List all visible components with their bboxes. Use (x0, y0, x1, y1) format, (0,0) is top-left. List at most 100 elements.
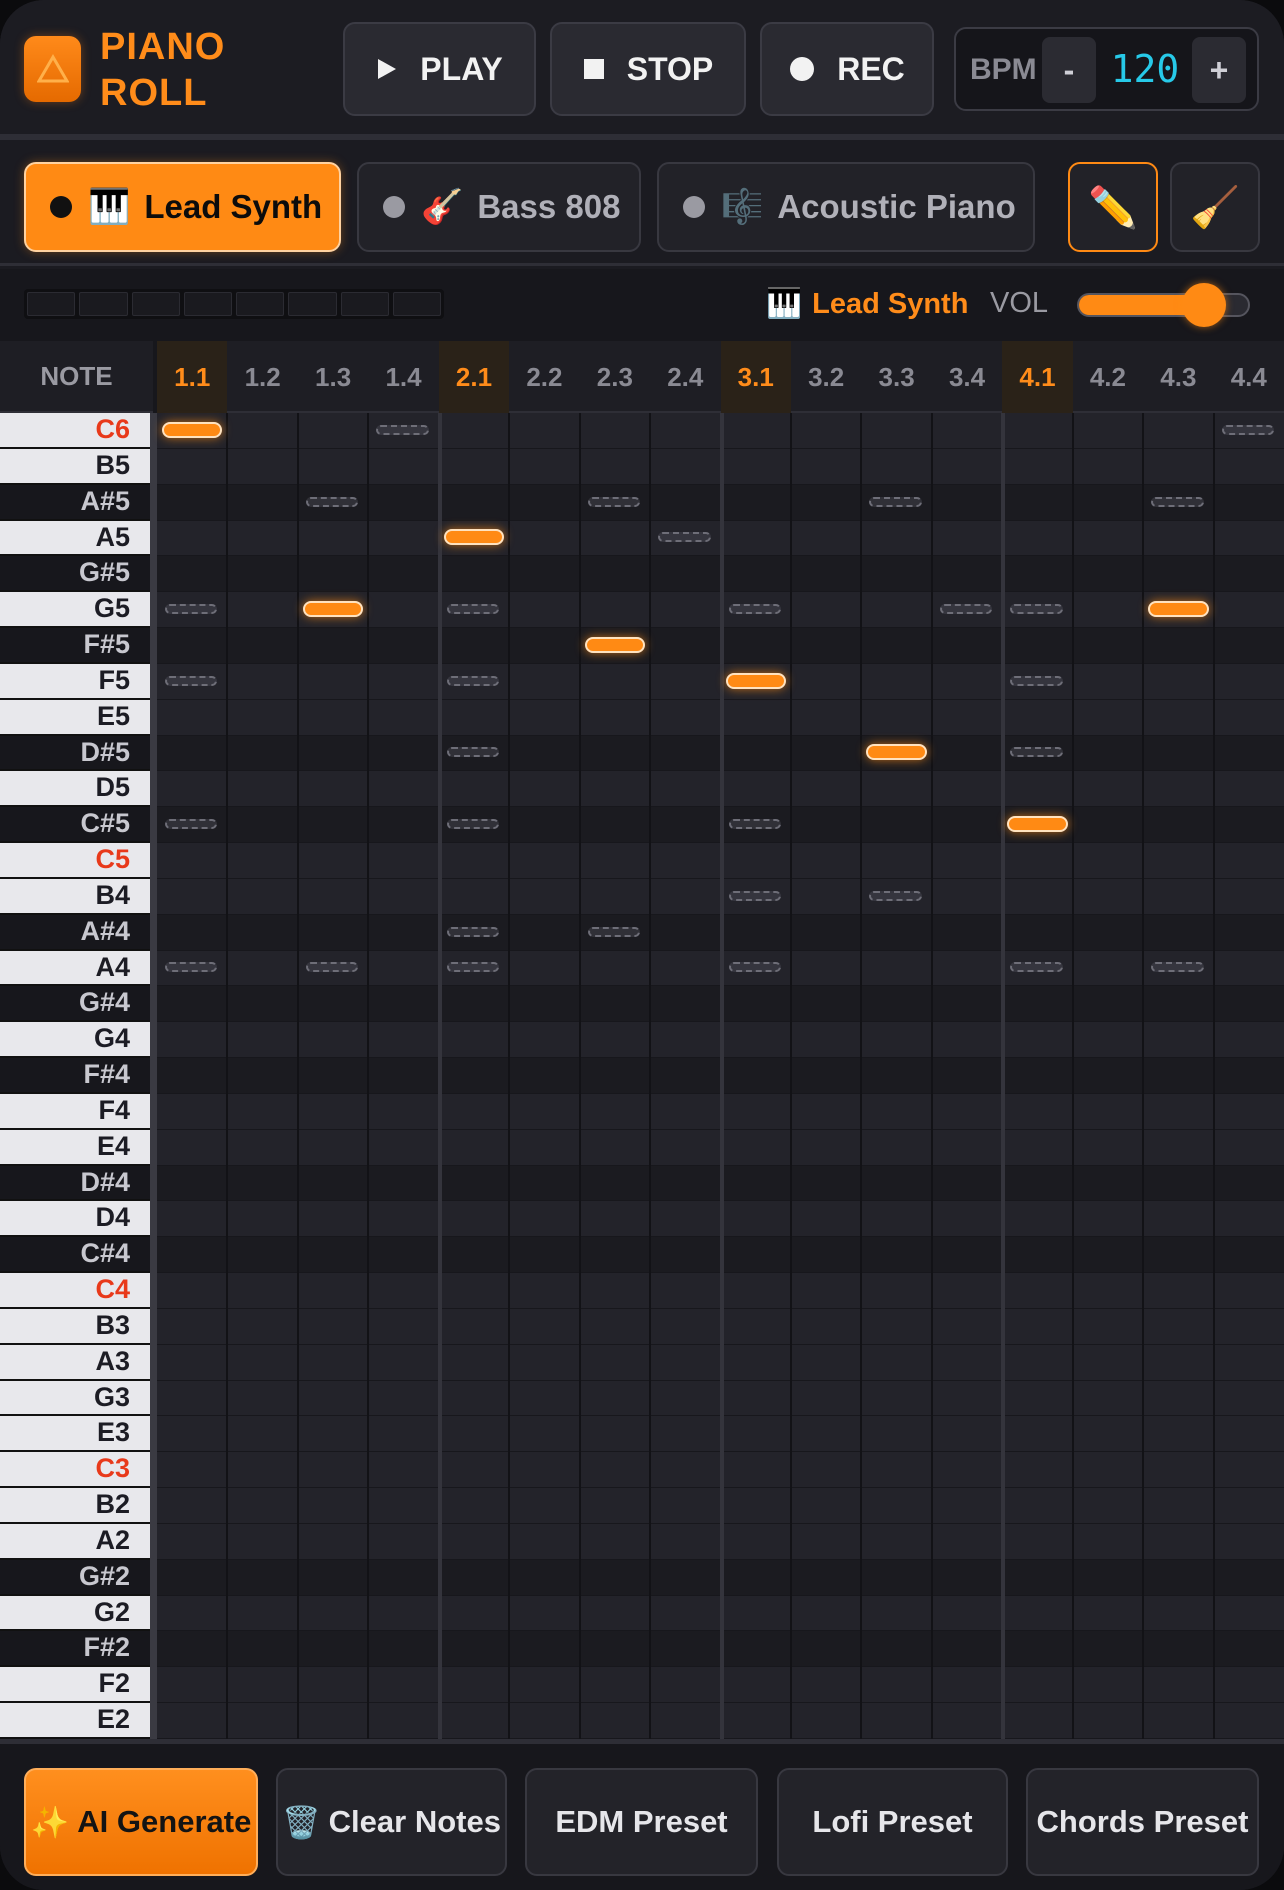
ghost-note[interactable] (376, 424, 429, 435)
ghost-note[interactable] (165, 819, 218, 830)
tab-bass-808[interactable]: 🎸 Bass 808 (357, 162, 641, 252)
ghost-note[interactable] (305, 496, 359, 507)
stop-button[interactable]: STOP (550, 22, 746, 116)
ghost-note[interactable] (869, 890, 922, 901)
ghost-note[interactable] (1151, 496, 1204, 507)
piano-key-gs5[interactable]: G#5 (0, 556, 150, 591)
piano-key-a5[interactable]: A5 (0, 520, 150, 555)
ghost-note[interactable] (1010, 962, 1063, 973)
piano-key-fs4[interactable]: F#4 (0, 1058, 150, 1092)
piano-key-as4[interactable]: A#4 (0, 914, 150, 949)
ghost-note[interactable] (165, 604, 218, 615)
ghost-note[interactable] (165, 962, 218, 973)
ghost-note[interactable] (587, 496, 641, 507)
note-grid[interactable] (157, 413, 1284, 1739)
piano-key-c3[interactable]: C3 (0, 1452, 150, 1487)
bpm-decrease-button[interactable]: - (1042, 37, 1096, 103)
ghost-note[interactable] (305, 962, 359, 973)
piano-key-b3[interactable]: B3 (0, 1308, 150, 1343)
piano-key-ds5[interactable]: D#5 (0, 735, 150, 770)
piano-key-gs4[interactable]: G#4 (0, 986, 150, 1021)
tab-acoustic-piano[interactable]: 🎼 Acoustic Piano (657, 162, 1035, 252)
note-block[interactable] (584, 636, 646, 653)
bpm-increase-button[interactable]: + (1192, 37, 1246, 103)
ghost-note[interactable] (446, 604, 500, 615)
ghost-note[interactable] (728, 604, 781, 615)
piano-key-g5[interactable]: G5 (0, 592, 150, 627)
note-block[interactable] (443, 529, 505, 546)
piano-key-fs2[interactable]: F#2 (0, 1631, 150, 1666)
ghost-note[interactable] (446, 747, 500, 758)
ghost-note[interactable] (1221, 424, 1274, 435)
ghost-note[interactable] (728, 962, 781, 973)
note-block[interactable] (302, 601, 364, 618)
piano-key-fs5[interactable]: F#5 (0, 628, 150, 662)
piano-key-e5[interactable]: E5 (0, 699, 150, 734)
status-bar: 🎹 Lead Synth VOL (0, 269, 1284, 341)
play-button[interactable]: PLAY (343, 22, 536, 116)
note-block[interactable] (1148, 601, 1209, 618)
beat-header: 1.1 1.2 1.3 1.4 2.1 2.2 2.3 2.4 3.1 3.2 3.3 3.4 4.1 4… (157, 341, 1284, 413)
lofi-preset-button[interactable]: Lofi Preset (777, 1768, 1008, 1876)
piano-key-g2[interactable]: G2 (0, 1595, 150, 1630)
note-block[interactable] (162, 421, 223, 438)
piano-key-a3[interactable]: A3 (0, 1344, 150, 1379)
piano-key-as5[interactable]: A#5 (0, 484, 150, 519)
piano-key-e4[interactable]: E4 (0, 1129, 150, 1164)
note-block[interactable] (725, 672, 786, 689)
piano-key-a2[interactable]: A2 (0, 1523, 150, 1558)
edm-preset-button[interactable]: EDM Preset (525, 1768, 758, 1876)
note-block[interactable] (1007, 816, 1068, 833)
piano-key-ds4[interactable]: D#4 (0, 1165, 150, 1200)
piano-key-b5[interactable]: B5 (0, 448, 150, 483)
piano-key-cs5[interactable]: C#5 (0, 807, 150, 842)
beat-label-4.2: 4.2 (1089, 361, 1126, 392)
beat-label-3.2: 3.2 (808, 361, 845, 392)
piano-key-e2[interactable]: E2 (0, 1703, 150, 1737)
piano-key-f5[interactable]: F5 (0, 663, 150, 698)
piano-key-f2[interactable]: F2 (0, 1667, 150, 1702)
record-button[interactable]: REC (760, 22, 934, 116)
ghost-note[interactable] (1010, 747, 1063, 758)
ghost-note[interactable] (165, 675, 218, 686)
ghost-note[interactable] (658, 532, 711, 543)
piano-key-g4[interactable]: G4 (0, 1022, 150, 1057)
piano-key-gs2[interactable]: G#2 (0, 1559, 150, 1594)
ghost-note[interactable] (1010, 604, 1063, 615)
clear-notes-label: Clear Notes (328, 1804, 501, 1839)
ghost-note[interactable] (728, 819, 781, 830)
piano-key-c4[interactable]: C4 (0, 1273, 150, 1307)
piano-key-e3[interactable]: E3 (0, 1416, 150, 1451)
beat-label-4.3: 4.3 (1160, 361, 1197, 392)
ghost-note[interactable] (446, 962, 500, 973)
volume-knob[interactable] (1181, 283, 1226, 327)
ghost-note[interactable] (728, 890, 781, 901)
ghost-note[interactable] (446, 819, 500, 830)
pencil-tool-button[interactable]: ✏️ (1068, 162, 1158, 252)
ghost-note[interactable] (1010, 675, 1063, 686)
piano-key-g3[interactable]: G3 (0, 1380, 150, 1415)
ghost-note[interactable] (869, 496, 922, 507)
piano-key-f4[interactable]: F4 (0, 1093, 150, 1128)
volume-slider[interactable] (1077, 283, 1250, 327)
ghost-note[interactable] (939, 604, 993, 615)
chords-preset-button[interactable]: Chords Preset (1026, 1768, 1259, 1876)
ai-generate-button[interactable]: ✨ AI Generate (24, 1768, 258, 1876)
note-block[interactable] (866, 744, 927, 761)
piano-key-b2[interactable]: B2 (0, 1488, 150, 1522)
ghost-note[interactable] (587, 926, 641, 937)
ghost-note[interactable] (1151, 962, 1204, 973)
tab-lead-synth[interactable]: 🎹 Lead Synth (24, 162, 341, 252)
piano-key-c5[interactable]: C5 (0, 843, 150, 877)
beat-label-4.1: 4.1 (1002, 341, 1073, 413)
piano-key-a4[interactable]: A4 (0, 950, 150, 985)
ghost-note[interactable] (446, 926, 500, 937)
clear-notes-button[interactable]: 🗑️ Clear Notes (276, 1768, 507, 1876)
piano-key-d5[interactable]: D5 (0, 771, 150, 806)
piano-key-c6[interactable]: C6 (0, 413, 150, 447)
piano-key-d4[interactable]: D4 (0, 1201, 150, 1236)
eraser-tool-button[interactable]: 🧹 (1170, 162, 1260, 252)
piano-key-cs4[interactable]: C#4 (0, 1237, 150, 1272)
ghost-note[interactable] (446, 675, 500, 686)
piano-key-b4[interactable]: B4 (0, 878, 150, 913)
